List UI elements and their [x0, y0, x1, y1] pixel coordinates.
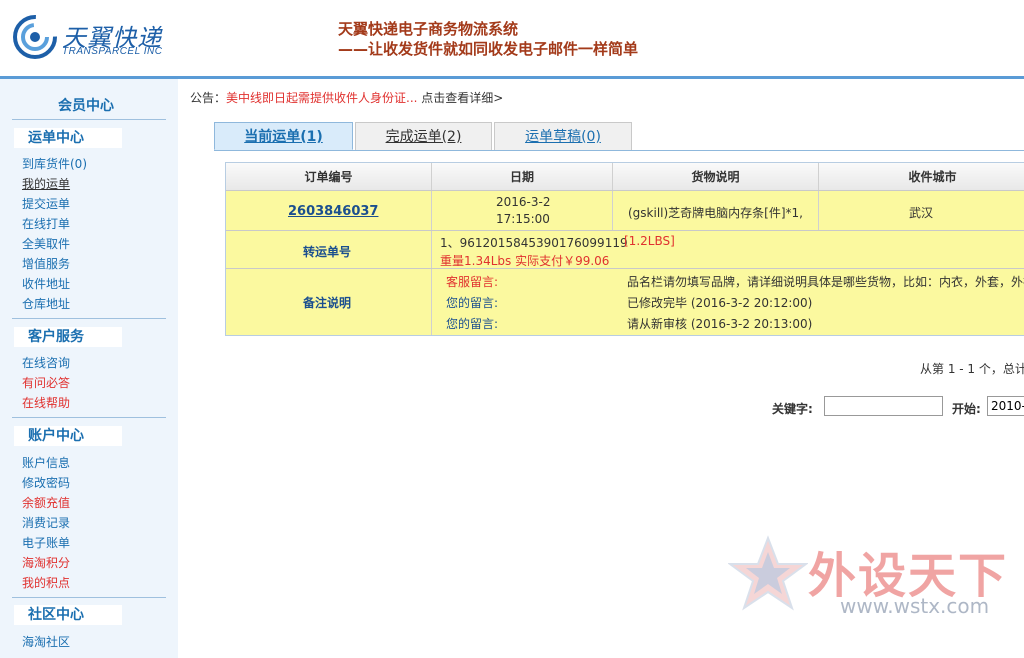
sidebar-item-recipient-address[interactable]: 收件地址: [22, 275, 70, 292]
logo[interactable]: 天翼快递 TRANSPARCEL INC: [12, 12, 172, 64]
slogan-line-2: ——让收发货件就如同收发电子邮件一样简单: [338, 40, 639, 58]
remark-content-cell: 客服留言: 品名栏请勿填写品牌，请详细说明具体是哪些货物，比如：内衣，外套，外裤…: [432, 269, 1024, 335]
sidebar-item-my-waybills[interactable]: 我的运单: [22, 175, 70, 192]
sidebar-item-online-help[interactable]: 在线帮助: [22, 394, 70, 411]
sidebar-item-arrived[interactable]: 到库货件(0): [22, 155, 87, 172]
sidebar-item-my-credits[interactable]: 我的积点: [22, 574, 70, 591]
sidebar-item-warehouse-address[interactable]: 仓库地址: [22, 295, 70, 312]
watermark-url: www.wstx.com: [840, 594, 990, 618]
date-cell: 2016-3-2 17:15:00: [432, 191, 613, 230]
transfer-tracking: 1、9612015845390176099119: [440, 236, 628, 250]
sidebar: 会员中心 运单中心 到库货件(0) 我的运单 提交运单 在线打单 全美取件 增值…: [0, 79, 178, 658]
remark-message: 已修改完毕 (2016-3-2 20:12:00): [627, 296, 813, 310]
sidebar-section-account: 账户中心: [14, 426, 122, 446]
order-number-cell: 2603846037: [226, 191, 432, 230]
sidebar-item-spending[interactable]: 消费记录: [22, 514, 70, 531]
sidebar-section-waybill: 运单中心: [14, 128, 122, 148]
tab-completed-waybills[interactable]: 完成运单(2): [355, 122, 492, 150]
watermark-star-icon: [728, 535, 808, 611]
sidebar-item-online-print[interactable]: 在线打单: [22, 215, 70, 232]
start-date-label: 开始:: [952, 402, 981, 416]
order-number-link[interactable]: 2603846037: [288, 204, 378, 219]
sidebar-divider: [12, 597, 166, 598]
notice-label: 公告：: [190, 91, 227, 105]
sidebar-item-value-added[interactable]: 增值服务: [22, 255, 70, 272]
remark-label: 备注说明: [303, 296, 352, 310]
sidebar-section-community: 社区中心: [14, 605, 122, 625]
col-city: 收件城市: [908, 170, 957, 184]
tab-draft-waybills[interactable]: 运单草稿(0): [494, 122, 632, 150]
slogan-line-1: 天翼快递电子商务物流系统: [338, 20, 519, 38]
remark-message: 请从新审核 (2016-3-2 20:13:00): [627, 317, 813, 331]
notice-bar: 公告：美中线即日起需提供收件人身份证... 点击查看详细>: [190, 89, 503, 106]
transfer-weight-pay: 重量1.34Lbs 实际支付￥99.06: [440, 254, 610, 268]
member-center-title: 会员中心: [58, 98, 114, 114]
tab-current-waybills[interactable]: 当前运单(1): [214, 122, 353, 150]
col-date: 日期: [432, 163, 613, 190]
table-row: 转运单号 1、9612015845390176099119 [1.2LBS] 重…: [226, 231, 1024, 269]
sidebar-item-change-password[interactable]: 修改密码: [22, 474, 70, 491]
tabs-underline: [214, 150, 1024, 151]
transfer-weight-tag: [1.2LBS]: [624, 234, 675, 248]
transfer-label: 转运单号: [303, 245, 352, 259]
order-date: 2016-3-2: [496, 195, 551, 209]
sidebar-divider: [12, 417, 166, 418]
sidebar-item-qa[interactable]: 有问必答: [22, 374, 70, 391]
transfer-label-cell: 转运单号: [226, 231, 432, 268]
order-time: 17:15:00: [496, 212, 550, 226]
recipient-city: 武汉: [909, 206, 934, 220]
sidebar-item-e-bill[interactable]: 电子账单: [22, 534, 70, 551]
remark-label-cell: 备注说明: [226, 269, 432, 335]
remark-message: 品名栏请勿填写品牌，请详细说明具体是哪些货物，比如：内衣，外套，外裤: [627, 275, 1024, 289]
sidebar-divider: [12, 318, 166, 319]
col-order-number: 订单编号: [226, 163, 432, 190]
goods-cell: (gskill)芝奇牌电脑内存条[件]*1,: [613, 191, 819, 230]
page-header: 天翼快递 TRANSPARCEL INC 天翼快递电子商务物流系统 ——让收发货…: [0, 0, 1024, 76]
notice-detail-link[interactable]: 点击查看详细>: [421, 91, 503, 105]
remark-who: 您的留言:: [446, 296, 499, 310]
start-date-input[interactable]: [987, 396, 1024, 416]
sidebar-section-service: 客户服务: [14, 327, 122, 347]
sidebar-item-community[interactable]: 海淘社区: [22, 633, 70, 650]
logo-subtitle: TRANSPARCEL INC: [62, 46, 163, 57]
sidebar-item-us-pickup[interactable]: 全美取件: [22, 235, 70, 252]
col-goods: 货物说明: [613, 163, 819, 190]
notice-text[interactable]: 美中线即日起需提供收件人身份证...: [226, 91, 417, 105]
waybill-table: 订单编号 日期 货物说明 收件城市 2603846037 2016-3-2 17…: [225, 162, 1024, 336]
goods-description: (gskill)芝奇牌电脑内存条[件]*1,: [628, 206, 803, 220]
watermark: 外设天下 www.wstx.com: [728, 534, 1018, 624]
remark-who: 您的留言:: [446, 317, 499, 331]
sidebar-item-online-consult[interactable]: 在线咨询: [22, 354, 70, 371]
sidebar-item-recharge[interactable]: 余额充值: [22, 494, 70, 511]
table-row: 备注说明 客服留言: 品名栏请勿填写品牌，请详细说明具体是哪些货物，比如：内衣，…: [226, 269, 1024, 335]
pagination-info: 从第 1 - 1 个，总计 1 个: [920, 362, 1024, 376]
table-row: 2603846037 2016-3-2 17:15:00 (gskill)芝奇牌…: [226, 191, 1024, 231]
sidebar-item-submit-waybill[interactable]: 提交运单: [22, 195, 70, 212]
remark-who: 客服留言:: [446, 275, 499, 289]
keyword-label: 关键字:: [772, 402, 813, 416]
sidebar-divider: [12, 119, 166, 120]
keyword-input[interactable]: [824, 396, 943, 416]
sidebar-item-account-info[interactable]: 账户信息: [22, 454, 70, 471]
sidebar-item-points[interactable]: 海淘积分: [22, 554, 70, 571]
logo-swirl-icon: [13, 15, 57, 59]
table-header-row: 订单编号 日期 货物说明 收件城市: [226, 163, 1024, 191]
transfer-info-cell: 1、9612015845390176099119 [1.2LBS] 重量1.34…: [432, 231, 1024, 268]
city-cell: 武汉: [819, 191, 1024, 230]
